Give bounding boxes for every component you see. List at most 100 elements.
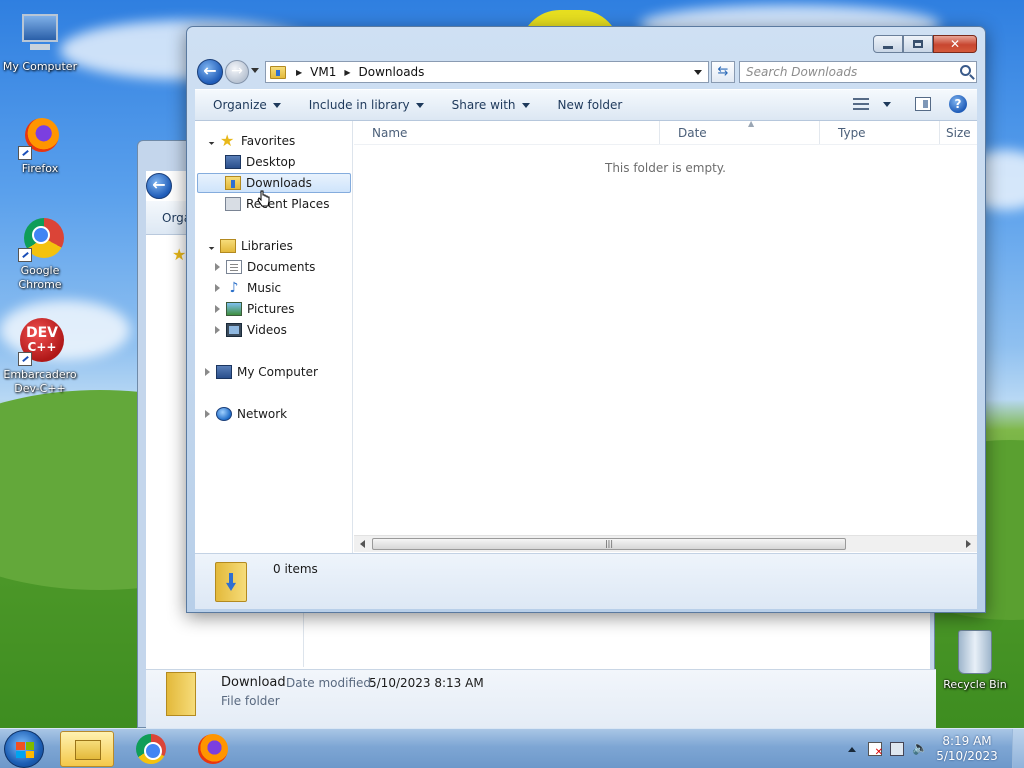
change-view-icon[interactable] <box>853 98 869 110</box>
star-icon: ★ <box>172 245 187 264</box>
bg-details-name: Download <box>221 675 286 690</box>
address-bar[interactable]: ▶ VM1 ▶ Downloads <box>265 61 709 83</box>
navigation-bar: ← → ▶ VM1 ▶ Downloads ⇆ Search Downloads <box>195 59 977 85</box>
help-icon[interactable]: ? <box>949 95 967 113</box>
shortcut-arrow-icon <box>18 352 32 366</box>
column-header-type[interactable]: Type <box>820 121 940 144</box>
shortcut-arrow-icon <box>18 248 32 262</box>
search-icon <box>960 65 971 76</box>
maximize-icon <box>913 40 923 48</box>
collapsed-chevron-icon[interactable] <box>205 368 210 376</box>
include-in-library-button[interactable]: Include in library <box>299 98 434 112</box>
desktop-icon-firefox[interactable]: Firefox <box>0 112 80 176</box>
nav-downloads[interactable]: Downloads <box>197 173 351 193</box>
chrome-icon <box>16 214 64 262</box>
taskbar: ✕ 🔈 8:19 AM 5/10/2023 <box>0 728 1024 768</box>
address-dropdown-icon[interactable] <box>694 70 702 75</box>
share-with-button[interactable]: Share with <box>442 98 540 112</box>
desktop-icon-devcpp[interactable]: DEV C++ Embarcadero Dev-C++ <box>0 318 80 396</box>
expanded-chevron-icon[interactable] <box>206 137 215 145</box>
collapsed-chevron-icon[interactable] <box>205 410 210 418</box>
minimize-icon <box>883 45 893 49</box>
devcpp-icon: DEV C++ <box>16 318 64 366</box>
caption-buttons: ✕ <box>873 35 977 53</box>
maximize-button[interactable] <box>903 35 933 53</box>
desktop-icon-google-chrome[interactable]: Google Chrome <box>0 214 80 292</box>
preview-pane-icon[interactable] <box>915 97 931 111</box>
scroll-left-icon[interactable] <box>360 540 365 548</box>
scrollbar-thumb[interactable]: ||| <box>372 538 846 550</box>
refresh-button[interactable]: ⇆ <box>711 61 735 83</box>
recent-places-icon <box>225 197 241 211</box>
collapsed-chevron-icon[interactable] <box>215 284 220 292</box>
computer-icon <box>216 365 232 379</box>
explorer-window[interactable]: ✕ ← → ▶ VM1 ▶ Downloads ⇆ Search Downloa… <box>186 26 986 613</box>
organize-button[interactable]: Organize <box>203 98 291 112</box>
collapsed-chevron-icon[interactable] <box>215 305 220 313</box>
downloads-folder-icon <box>225 176 241 190</box>
sort-indicator-icon: ▲ <box>748 119 755 128</box>
nav-desktop[interactable]: Desktop <box>225 152 296 172</box>
search-input[interactable]: Search Downloads <box>739 61 977 83</box>
bg-details-type: File folder <box>221 694 280 708</box>
computer-icon <box>16 10 64 58</box>
nav-pictures[interactable]: Pictures <box>209 299 295 319</box>
column-header-size[interactable]: Size <box>940 121 977 144</box>
desktop-icon-recycle-bin[interactable]: Recycle Bin <box>940 630 1010 691</box>
empty-folder-message: This folder is empty. <box>605 161 726 175</box>
breadcrumb-downloads[interactable]: Downloads <box>359 65 425 79</box>
desktop-icon-my-computer[interactable]: My Computer <box>0 10 80 74</box>
breadcrumb-chevron-icon[interactable]: ▶ <box>344 68 350 77</box>
expanded-chevron-icon[interactable] <box>206 242 215 250</box>
window-body: ★ Favorites Desktop Downloads Recent Pla… <box>195 119 977 553</box>
horizontal-scrollbar[interactable]: ||| <box>354 535 977 552</box>
nav-libraries[interactable]: Libraries <box>201 236 293 256</box>
hand-cursor-icon <box>257 190 270 207</box>
scroll-right-icon[interactable] <box>966 540 971 548</box>
close-button[interactable]: ✕ <box>933 35 977 53</box>
nav-recent-places[interactable]: Recent Places <box>225 194 329 214</box>
recent-pages-dropdown[interactable] <box>251 68 259 73</box>
start-button[interactable] <box>4 730 44 768</box>
taskbar-explorer-button[interactable] <box>60 731 114 767</box>
firefox-icon <box>16 112 64 160</box>
windows-logo-icon <box>16 742 34 758</box>
nav-favorites[interactable]: ★ Favorites <box>201 131 295 151</box>
forward-button[interactable]: → <box>225 60 249 84</box>
column-header-name[interactable]: Name <box>354 121 660 144</box>
nav-documents[interactable]: Documents <box>209 257 315 277</box>
action-center-icon[interactable]: ✕ <box>868 742 883 758</box>
show-desktop-button[interactable] <box>1012 729 1024 768</box>
chrome-icon <box>136 734 166 764</box>
taskbar-chrome-button[interactable] <box>124 731 178 767</box>
breadcrumb-vm1[interactable]: VM1 <box>310 65 336 79</box>
clock[interactable]: 8:19 AM 5/10/2023 <box>934 734 1000 764</box>
refresh-icon: ⇆ <box>717 64 729 79</box>
breadcrumb-chevron-icon[interactable]: ▶ <box>296 68 302 77</box>
pictures-icon <box>226 302 242 316</box>
nav-my-computer[interactable]: My Computer <box>199 362 318 382</box>
collapsed-chevron-icon[interactable] <box>215 326 220 334</box>
nav-videos[interactable]: Videos <box>209 320 287 340</box>
column-header-date[interactable]: Date <box>660 121 820 144</box>
bg-back-icon: ← <box>146 173 172 199</box>
nav-music[interactable]: ♪ Music <box>209 278 281 298</box>
network-tray-icon[interactable] <box>890 742 904 756</box>
firefox-icon <box>198 734 228 764</box>
libraries-icon <box>220 239 236 253</box>
taskbar-firefox-button[interactable] <box>186 731 240 767</box>
item-count: 0 items <box>273 562 318 576</box>
file-list[interactable]: Name Date Type Size ▲ This folder is emp… <box>354 119 977 553</box>
chevron-down-icon <box>415 102 424 108</box>
minimize-button[interactable] <box>873 35 903 53</box>
show-hidden-icons-icon[interactable] <box>848 746 856 752</box>
volume-icon[interactable]: 🔈 <box>912 742 928 756</box>
command-bar: Organize Include in library Share with N… <box>195 89 977 121</box>
collapsed-chevron-icon[interactable] <box>215 263 220 271</box>
back-button[interactable]: ← <box>197 59 223 85</box>
view-options-dropdown-icon[interactable] <box>883 101 891 107</box>
nav-network[interactable]: Network <box>199 404 287 424</box>
network-icon <box>216 407 232 421</box>
column-headers: Name Date Type Size <box>354 121 977 145</box>
new-folder-button[interactable]: New folder <box>548 98 633 112</box>
